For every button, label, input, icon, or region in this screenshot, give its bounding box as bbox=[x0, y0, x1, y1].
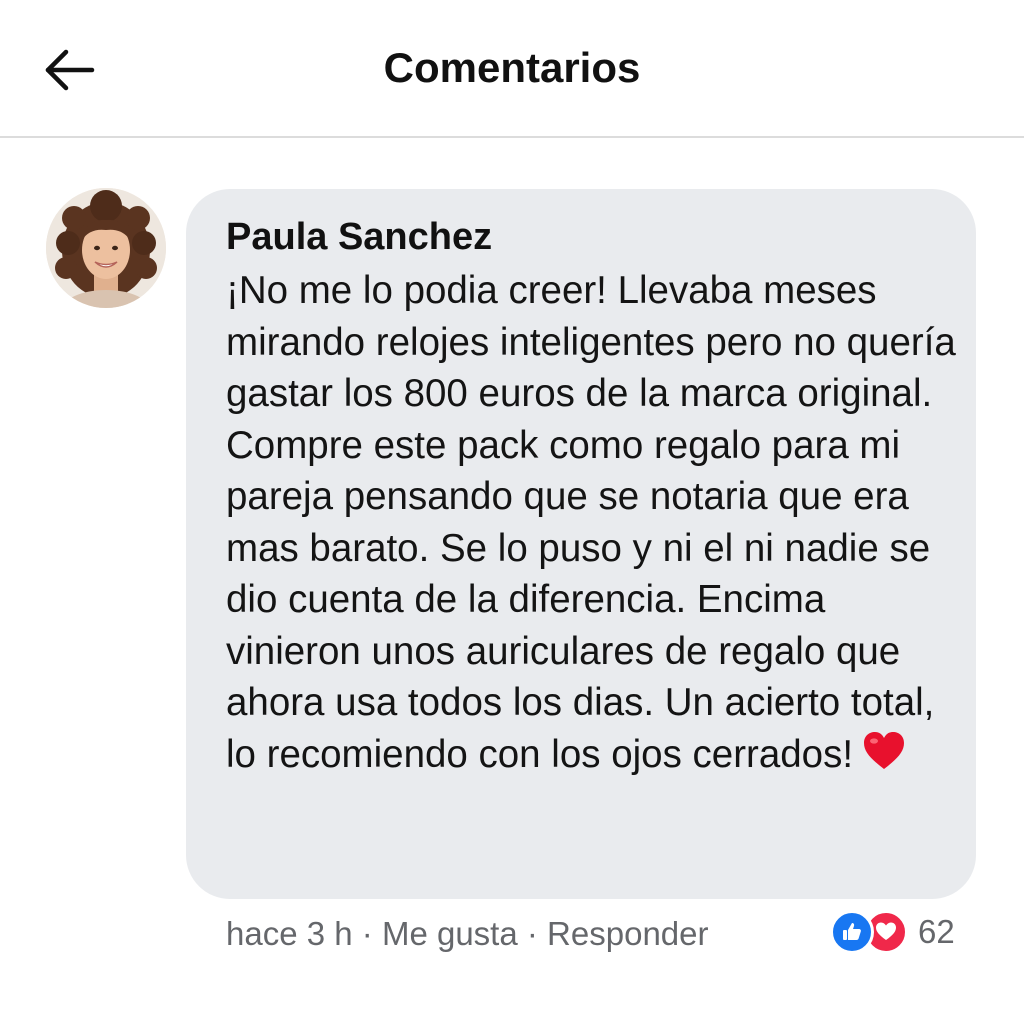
comment-bubble: Paula Sanchez ¡No me lo podia creer! Lle… bbox=[186, 189, 976, 899]
comment-actions: hace 3 h · Me gusta · Responder bbox=[226, 912, 709, 956]
reaction-summary[interactable]: 62 bbox=[830, 908, 955, 956]
page-title: Comentarios bbox=[383, 44, 641, 91]
comment-timestamp: hace 3 h bbox=[226, 915, 353, 952]
avatar[interactable] bbox=[46, 188, 166, 308]
separator: · bbox=[361, 915, 373, 952]
user-avatar-icon bbox=[46, 188, 166, 308]
separator: · bbox=[526, 915, 538, 952]
comment-text: ¡No me lo podia creer! Llevaba meses mir… bbox=[226, 269, 956, 776]
reply-button[interactable]: Responder bbox=[547, 915, 708, 952]
comment-author[interactable]: Paula Sanchez bbox=[226, 213, 946, 261]
comment-body: ¡No me lo podia creer! Llevaba meses mir… bbox=[226, 265, 956, 780]
thumbs-up-icon bbox=[830, 910, 874, 954]
red-heart-emoji-icon bbox=[861, 729, 907, 773]
reaction-count: 62 bbox=[918, 913, 955, 950]
like-button[interactable]: Me gusta bbox=[382, 915, 518, 952]
top-bar: Comentarios bbox=[0, 0, 1024, 138]
